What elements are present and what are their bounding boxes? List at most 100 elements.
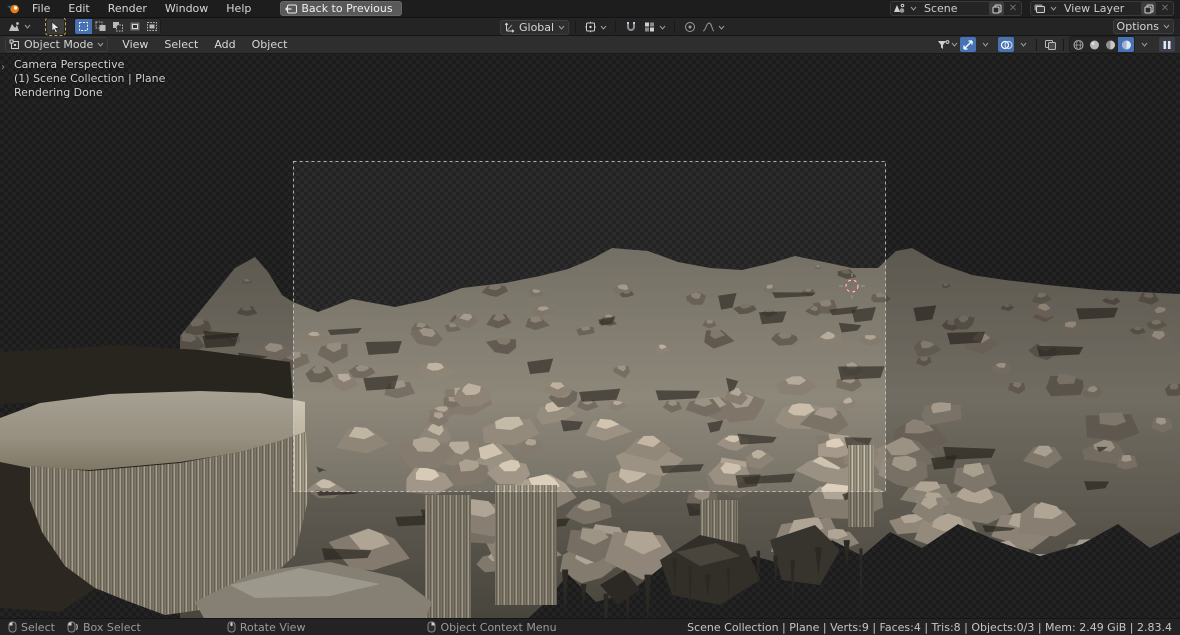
toolbar-toggle-icon[interactable]: ›	[1, 62, 5, 73]
select-mode-subtract-button[interactable]	[109, 19, 126, 34]
blender-logo-icon[interactable]	[6, 2, 21, 15]
shading-solid-button[interactable]	[1086, 37, 1102, 52]
menu-file[interactable]: File	[25, 0, 57, 18]
material-icon	[1104, 39, 1117, 51]
chevron-down-icon	[717, 23, 725, 31]
overlay-rendering-status: Rendering Done	[14, 86, 103, 99]
shading-mode-group	[1069, 36, 1135, 53]
rendered-icon	[1120, 39, 1133, 51]
object-mode-icon	[9, 39, 21, 51]
new-view-layer-button[interactable]	[1141, 2, 1156, 15]
proportional-editing-toggle[interactable]	[681, 20, 698, 35]
select-set-icon	[78, 21, 89, 32]
menu-render[interactable]: Render	[101, 0, 154, 18]
options-dropdown[interactable]: Options	[1112, 19, 1174, 34]
back-to-previous-label: Back to Previous	[301, 2, 393, 15]
menu-help[interactable]: Help	[219, 0, 258, 18]
hint-box-select: Box Select	[67, 621, 141, 634]
pivot-point-dropdown[interactable]	[582, 20, 609, 35]
chevron-down-icon	[981, 41, 989, 49]
unlink-scene-button[interactable]: ✕	[1007, 3, 1019, 14]
view-layer-name: View Layer	[1064, 2, 1125, 15]
transform-orientation-dropdown[interactable]: Global	[500, 19, 570, 35]
chevron-down-icon	[1049, 5, 1057, 13]
chevron-down-icon	[599, 23, 607, 31]
chevron-down-icon	[1019, 41, 1027, 49]
menu-edit[interactable]: Edit	[61, 0, 96, 18]
cursor-icon	[50, 20, 61, 33]
overlays-dropdown[interactable]	[1015, 37, 1031, 52]
transform-orientation-value: Global	[519, 20, 555, 34]
chevron-down-icon	[96, 41, 104, 49]
overlay-camera-perspective: Camera Perspective	[14, 58, 125, 71]
select-extend-icon	[95, 21, 107, 32]
status-info-text: Scene Collection | Plane | Verts:9 | Fac…	[687, 620, 1172, 634]
chevron-down-icon	[950, 41, 958, 49]
new-datablock-icon	[992, 4, 1002, 14]
select-intersect-icon	[146, 21, 158, 32]
new-datablock-icon	[1144, 4, 1154, 14]
mode-dropdown[interactable]: Object Mode	[5, 37, 109, 52]
mouse-middle-icon	[227, 621, 236, 633]
magnet-icon	[625, 21, 637, 33]
close-icon: ✕	[1008, 3, 1018, 14]
solid-icon	[1088, 39, 1101, 51]
mode-value: Object Mode	[24, 38, 94, 51]
mouse-left-icon	[8, 621, 17, 633]
shading-material-button[interactable]	[1102, 37, 1118, 52]
menu-select[interactable]: Select	[156, 38, 206, 51]
mouse-drag-icon	[67, 621, 79, 633]
hint-select-label: Select	[21, 620, 55, 634]
select-mode-set-button[interactable]	[75, 19, 92, 34]
gizmos-dropdown[interactable]	[977, 37, 993, 52]
select-mode-invert-button[interactable]	[126, 19, 143, 34]
topbar: File Edit Render Window Help Back to Pre…	[0, 0, 1180, 18]
viewport-3d[interactable]: › Camera Perspective (1) Scene Collectio…	[0, 54, 1180, 618]
back-to-previous-button[interactable]: Back to Previous	[280, 1, 402, 16]
proportional-icon	[684, 21, 696, 33]
proportional-falloff-dropdown[interactable]	[700, 20, 727, 35]
chevron-down-icon	[1162, 23, 1170, 31]
select-mode-extend-button[interactable]	[92, 19, 109, 34]
active-tool-tweak-button[interactable]	[45, 17, 66, 36]
pivot-icon	[584, 21, 597, 33]
new-scene-button[interactable]	[989, 2, 1004, 15]
wireframe-icon	[1072, 39, 1085, 51]
xray-toggle[interactable]	[1042, 37, 1058, 52]
shading-rendered-button[interactable]	[1118, 37, 1134, 52]
hint-rotate-view: Rotate View	[227, 620, 306, 634]
back-icon	[285, 4, 298, 14]
falloff-icon	[702, 21, 715, 33]
editor-type-button[interactable]	[5, 19, 33, 34]
scene-selector[interactable]: Scene ✕	[890, 1, 1022, 16]
snap-target-dropdown[interactable]	[641, 20, 668, 35]
snap-toggle-button[interactable]	[622, 20, 639, 35]
view-layer-icon	[1033, 3, 1046, 14]
hint-rotate-view-label: Rotate View	[239, 620, 306, 634]
pause-icon	[1162, 40, 1172, 50]
hint-object-context-menu-label: Object Context Menu	[440, 620, 557, 634]
pause-render-button[interactable]	[1159, 37, 1175, 52]
hint-select: Select	[8, 621, 55, 634]
shading-wireframe-button[interactable]	[1070, 37, 1086, 52]
options-label: Options	[1116, 20, 1159, 33]
viewport-header: Object Mode View Select Add Object	[0, 36, 1180, 54]
select-mode-intersect-button[interactable]	[143, 19, 160, 34]
menu-add[interactable]: Add	[206, 38, 243, 51]
shading-dropdown[interactable]	[1136, 37, 1152, 52]
view-layer-selector[interactable]: View Layer ✕	[1030, 1, 1174, 16]
remove-view-layer-button[interactable]: ✕	[1159, 3, 1171, 14]
gizmo-icon	[962, 39, 974, 51]
hint-object-context-menu: Object Context Menu	[427, 620, 557, 634]
gizmos-toggle[interactable]	[960, 37, 976, 52]
orientation-icon	[504, 21, 516, 33]
menu-view[interactable]: View	[114, 38, 156, 51]
menu-window[interactable]: Window	[158, 0, 215, 18]
hint-box-select-label: Box Select	[82, 620, 141, 634]
overlays-toggle[interactable]	[998, 37, 1014, 52]
menu-object[interactable]: Object	[244, 38, 296, 51]
scene-icon	[893, 3, 906, 14]
object-visibility-dropdown[interactable]	[936, 37, 959, 52]
filter-icon	[937, 39, 950, 51]
chevron-down-icon	[557, 23, 565, 31]
